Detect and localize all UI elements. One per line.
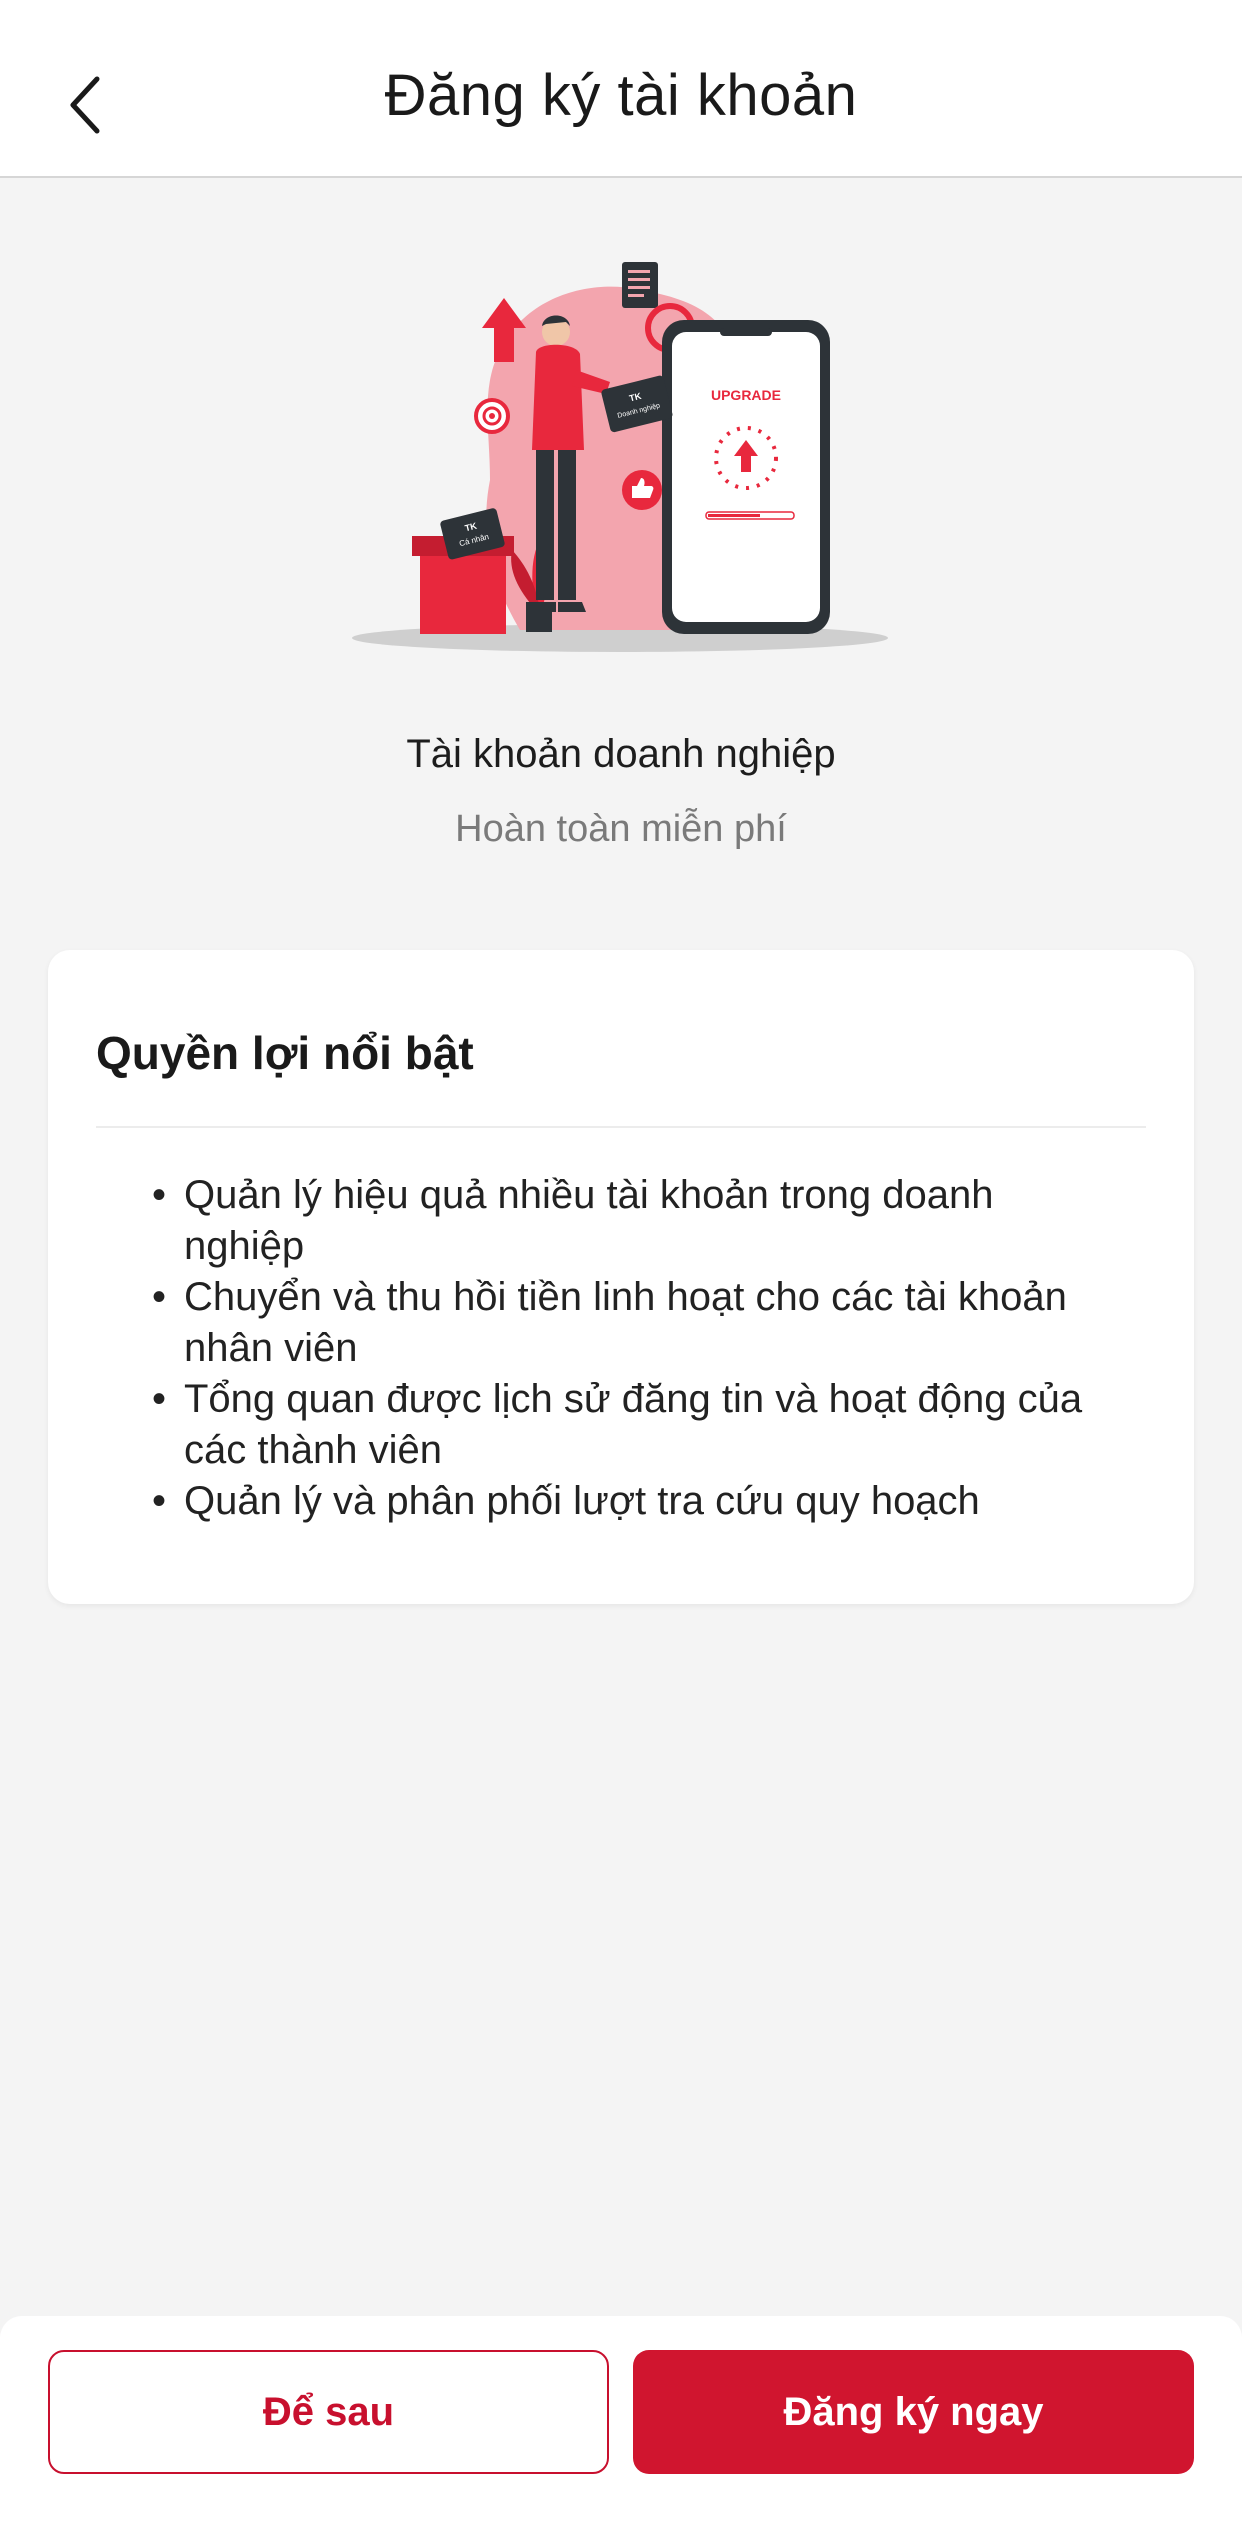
- gift-box: TK Cá nhân: [412, 508, 514, 634]
- later-button[interactable]: Để sau: [48, 2350, 609, 2474]
- benefits-list: Quản lý hiệu quả nhiều tài khoản trong d…: [152, 1170, 1114, 1527]
- app-header: Đăng ký tài khoản: [0, 0, 1242, 178]
- benefits-title: Quyền lợi nổi bật: [96, 1027, 474, 1079]
- phone: UPGRADE: [662, 320, 830, 634]
- benefit-item: Quản lý và phân phối lượt tra cứu quy ho…: [152, 1476, 1114, 1527]
- account-type-title: Tài khoản doanh nghiệp: [406, 732, 836, 776]
- target-icon: [474, 398, 510, 434]
- document-icon: [622, 262, 658, 308]
- footer-actions: Để sau Đăng ký ngay: [0, 2316, 1242, 2521]
- page-title: Đăng ký tài khoản: [384, 63, 858, 128]
- account-type-subtitle: Hoàn toàn miễn phí: [455, 808, 787, 850]
- benefit-item: Chuyển và thu hồi tiền linh hoạt cho các…: [152, 1272, 1114, 1374]
- benefit-item: Tổng quan được lịch sử đăng tin và hoạt …: [152, 1374, 1114, 1476]
- thumbs-up-icon: [622, 470, 662, 510]
- divider: [96, 1126, 1146, 1128]
- upgrade-illustration: UPGRADE TK Cá nhân TK Doanh nghiệp: [340, 250, 900, 670]
- register-now-button[interactable]: Đăng ký ngay: [633, 2350, 1194, 2474]
- phone-upgrade-text: UPGRADE: [711, 387, 781, 403]
- benefit-item: Quản lý hiệu quả nhiều tài khoản trong d…: [152, 1170, 1114, 1272]
- benefits-card: Quyền lợi nổi bật Quản lý hiệu quả nhiều…: [48, 950, 1194, 1604]
